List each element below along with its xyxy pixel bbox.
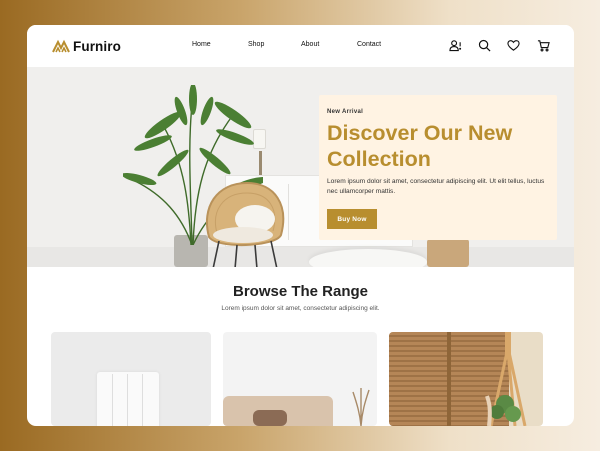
hero-floor <box>27 247 574 267</box>
buy-now-button[interactable]: Buy Now <box>327 209 377 229</box>
cart-icon[interactable] <box>537 39 550 52</box>
header-icons <box>27 39 574 53</box>
account-alert-icon[interactable] <box>449 39 462 52</box>
hero-title: Discover Our New Collection <box>327 121 513 171</box>
pillow-image <box>253 410 287 426</box>
hero-kicker: New Arrival <box>327 109 364 115</box>
browse-subtitle: Lorem ipsum dolor sit amet, consectetur … <box>221 305 380 312</box>
range-card-1[interactable] <box>51 332 211 426</box>
site-header: Furniro Home Shop About Contact <box>27 25 574 67</box>
page-card: Furniro Home Shop About Contact New Arri… <box>27 25 574 426</box>
white-panel-image <box>97 372 159 426</box>
heart-icon[interactable] <box>507 39 520 52</box>
hero-description: Lorem ipsum dolor sit amet, consectetur … <box>327 178 545 195</box>
browse-title: Browse The Range <box>232 283 369 300</box>
stool-plant-image <box>485 332 527 426</box>
range-card-3[interactable] <box>389 332 543 426</box>
hero-card: New Arrival Discover Our New Collection … <box>319 95 557 240</box>
rattan-chair-image <box>206 181 285 267</box>
basket-image <box>427 239 469 267</box>
hero-banner: New Arrival Discover Our New Collection … <box>27 67 574 267</box>
search-icon[interactable] <box>478 39 491 52</box>
range-card-2[interactable] <box>223 332 377 426</box>
dried-grass-image <box>352 388 370 426</box>
